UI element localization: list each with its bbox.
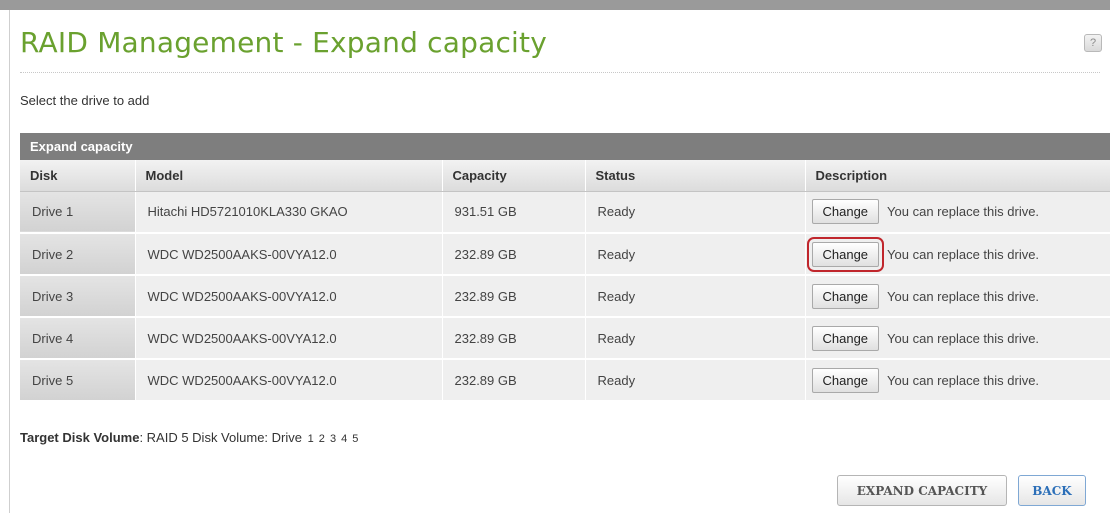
drive-table: Disk Model Capacity Status Description D… <box>20 160 1110 402</box>
capacity-cell: 232.89 GB <box>442 233 586 276</box>
column-header-disk: Disk <box>20 160 136 192</box>
disk-cell: Drive 3 <box>20 275 136 318</box>
status-cell: Ready <box>585 275 806 318</box>
description-cell: Change You can replace this drive. <box>805 359 1110 402</box>
status-cell: Ready <box>585 317 806 360</box>
change-button[interactable]: Change <box>811 325 880 351</box>
column-header-description: Description <box>805 160 1110 192</box>
disk-cell: Drive 5 <box>20 359 136 402</box>
description-text: You can replace this drive. <box>887 246 1040 262</box>
title-divider <box>20 72 1100 73</box>
target-value: : RAID 5 Disk Volume: Drive <box>139 430 302 445</box>
target-drive-list: 1 2 3 4 5 <box>307 433 360 445</box>
model-cell: WDC WD2500AAKS-00VYA12.0 <box>135 275 443 318</box>
description-text: You can replace this drive. <box>887 372 1040 388</box>
disk-cell: Drive 4 <box>20 317 136 360</box>
column-header-model: Model <box>135 160 443 192</box>
page-subtitle: Select the drive to add <box>20 93 150 108</box>
status-cell: Ready <box>585 233 806 276</box>
table-row: Drive 3 WDC WD2500AAKS-00VYA12.0 232.89 … <box>20 275 1110 318</box>
target-label: Target Disk Volume <box>20 430 140 445</box>
expand-capacity-panel: Expand capacity Disk Model Capacity Stat… <box>20 133 1110 402</box>
page-title: RAID Management - Expand capacity <box>20 26 547 59</box>
top-frame-border <box>0 0 1110 10</box>
change-button[interactable]: Change <box>811 199 880 225</box>
capacity-cell: 232.89 GB <box>442 359 586 402</box>
change-button[interactable]: Change <box>811 283 880 309</box>
description-cell: Change You can replace this drive. <box>805 233 1110 276</box>
column-header-status: Status <box>585 160 806 192</box>
model-cell: WDC WD2500AAKS-00VYA12.0 <box>135 359 443 402</box>
table-row: Drive 4 WDC WD2500AAKS-00VYA12.0 232.89 … <box>20 317 1110 360</box>
left-frame-border <box>0 10 10 513</box>
model-cell: WDC WD2500AAKS-00VYA12.0 <box>135 233 443 276</box>
back-button[interactable]: BACK <box>1018 475 1086 506</box>
change-button-highlighted[interactable]: Change <box>806 236 885 272</box>
disk-cell: Drive 1 <box>20 191 136 234</box>
capacity-cell: 931.51 GB <box>442 191 586 234</box>
table-header-row: Disk Model Capacity Status Description <box>20 160 1110 192</box>
help-icon[interactable]: ? <box>1084 34 1102 52</box>
description-text: You can replace this drive. <box>887 330 1040 346</box>
model-cell: WDC WD2500AAKS-00VYA12.0 <box>135 317 443 360</box>
description-cell: Change You can replace this drive. <box>805 317 1110 360</box>
table-row: Drive 1 Hitachi HD5721010KLA330 GKAO 931… <box>20 191 1110 234</box>
description-cell: Change You can replace this drive. <box>805 191 1110 234</box>
disk-cell: Drive 2 <box>20 233 136 276</box>
table-row: Drive 5 WDC WD2500AAKS-00VYA12.0 232.89 … <box>20 359 1110 402</box>
status-cell: Ready <box>585 191 806 234</box>
description-text: You can replace this drive. <box>887 204 1040 220</box>
description-text: You can replace this drive. <box>887 288 1040 304</box>
table-row: Drive 2 WDC WD2500AAKS-00VYA12.0 232.89 … <box>20 233 1110 276</box>
change-button[interactable]: Change <box>811 367 880 393</box>
status-cell: Ready <box>585 359 806 402</box>
column-header-capacity: Capacity <box>442 160 586 192</box>
capacity-cell: 232.89 GB <box>442 275 586 318</box>
panel-header: Expand capacity <box>20 133 1110 160</box>
expand-capacity-button[interactable]: EXPAND CAPACITY <box>837 475 1007 506</box>
capacity-cell: 232.89 GB <box>442 317 586 360</box>
description-cell: Change You can replace this drive. <box>805 275 1110 318</box>
target-disk-volume: Target Disk Volume: RAID 5 Disk Volume: … <box>20 430 359 445</box>
model-cell: Hitachi HD5721010KLA330 GKAO <box>135 191 443 234</box>
